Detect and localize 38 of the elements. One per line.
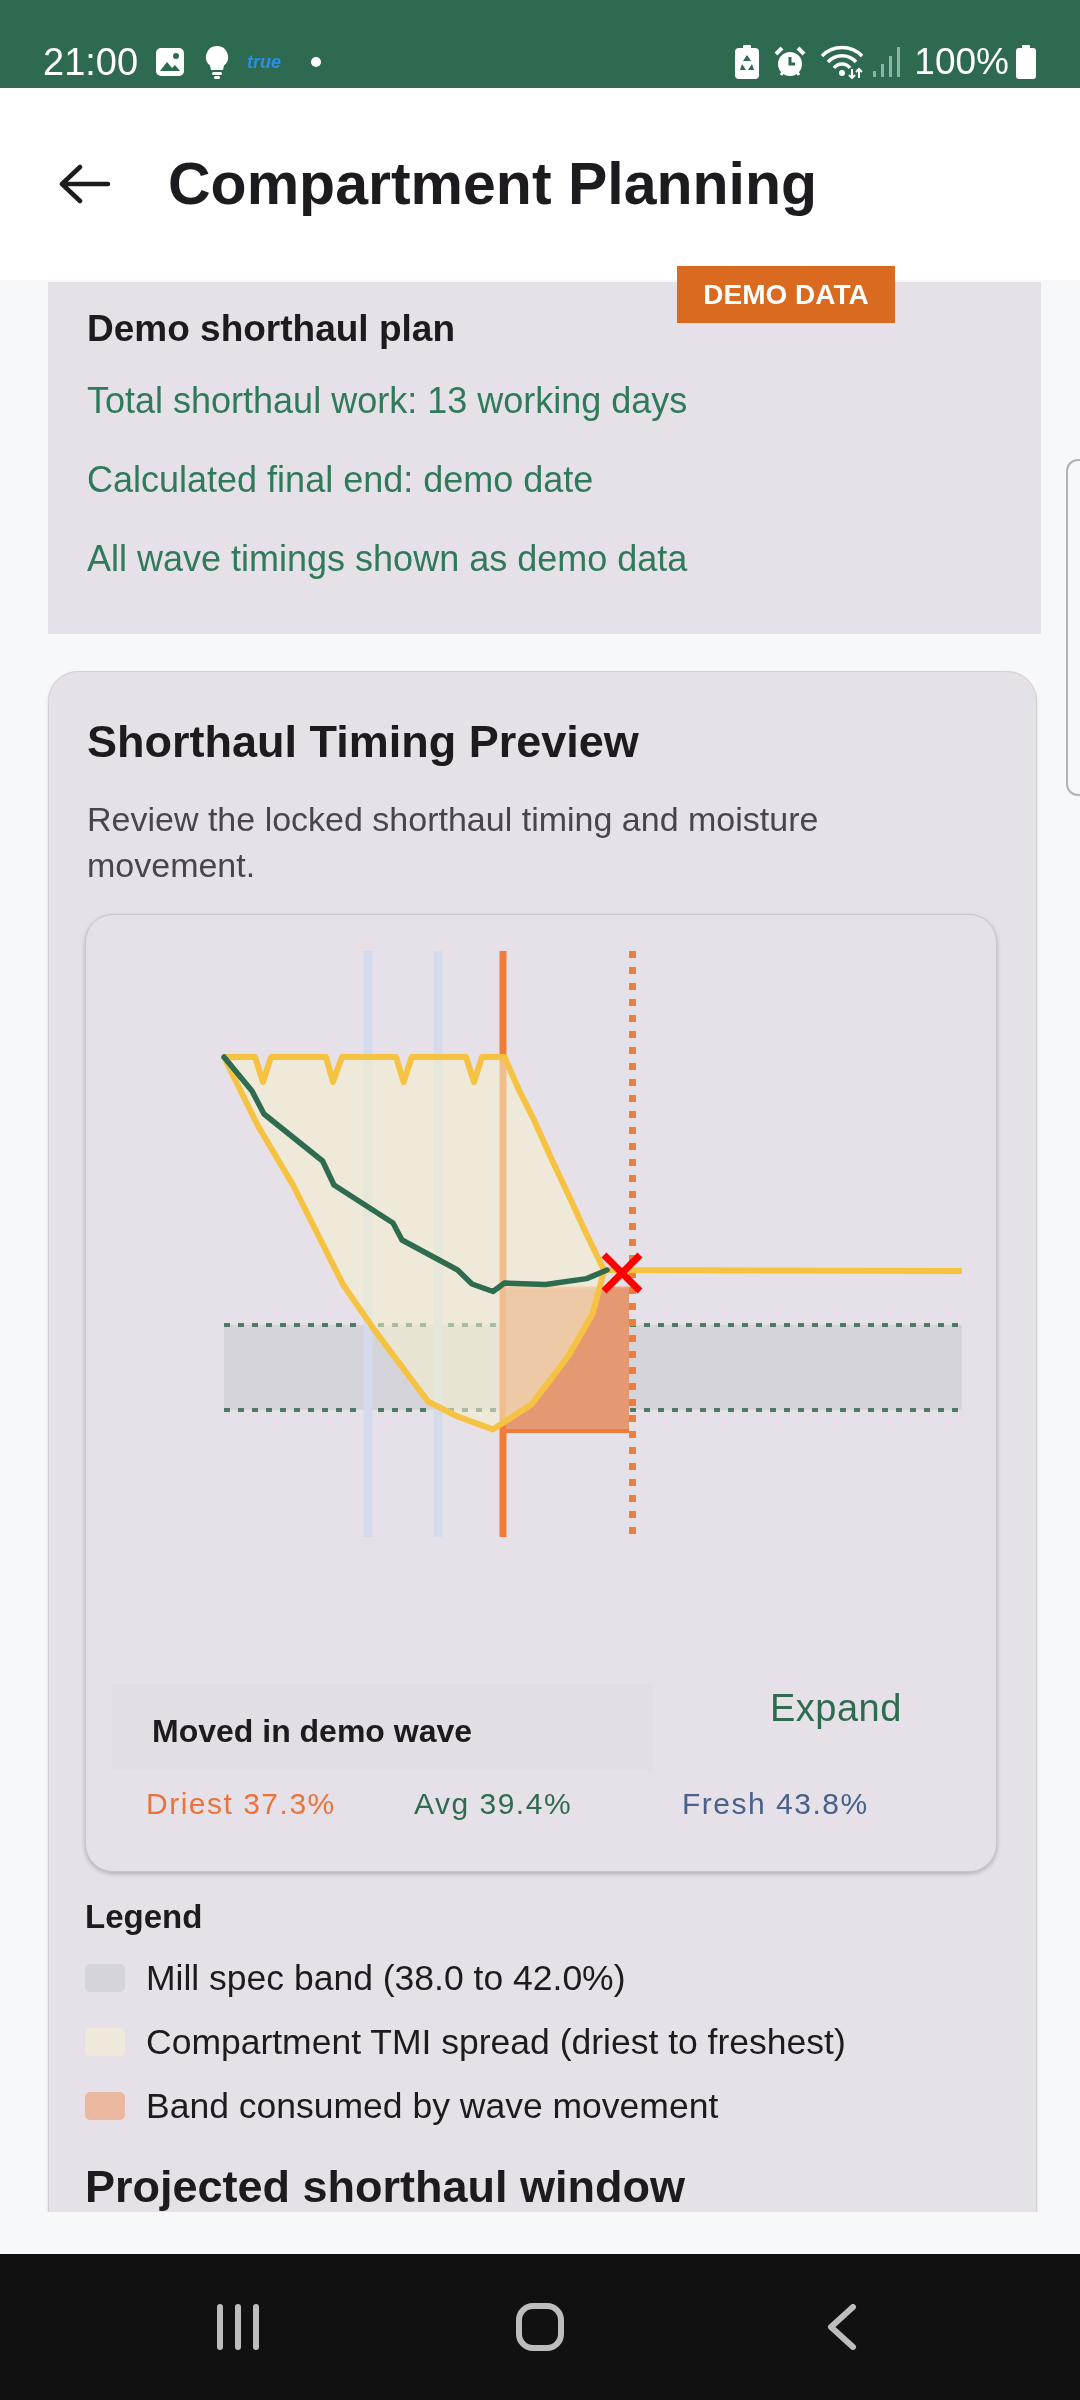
average-stat: Avg 39.4% — [414, 1786, 574, 1822]
battery-percent: 100% — [914, 40, 1009, 84]
fresh-stat: Fresh 43.8% — [682, 1786, 870, 1822]
wifi-icon — [820, 45, 865, 79]
legend-label: Band consumed by wave movement — [146, 2086, 719, 2126]
back-chevron-icon — [827, 2304, 857, 2350]
recent-apps-button[interactable] — [216, 2304, 260, 2350]
back-nav-button[interactable] — [827, 2304, 857, 2350]
battery-icon — [1016, 45, 1036, 79]
plan-detail-text: Total shorthaul work: 13 working days — [87, 381, 689, 421]
plan-title: Demo shorthaul plan — [87, 309, 456, 349]
section-title: Projected shorthaul window — [85, 2162, 687, 2212]
home-icon — [516, 2303, 564, 2351]
battery-saver-icon — [735, 45, 760, 79]
home-button[interactable] — [516, 2303, 564, 2351]
legend-label: Mill spec band (38.0 to 42.0%) — [146, 1958, 626, 1998]
legend-title: Legend — [85, 1899, 204, 1935]
back-button[interactable] — [58, 164, 110, 204]
screen-title: Compartment Planning — [168, 151, 818, 217]
section-title: Shorthaul Timing Preview — [86, 718, 640, 766]
driest-stat: Driest 37.3% — [146, 1786, 337, 1822]
plan-detail-text: Calculated final end: demo date — [87, 460, 595, 500]
demo-badge: DEMO DATA — [677, 266, 895, 323]
bulb-icon — [205, 45, 230, 79]
app-logo: true — [247, 51, 282, 73]
legend-label: Compartment TMI spread (driest to freshest) — [146, 2022, 846, 2062]
section-description: Review the locked shorthaul timing and moisture movement. — [86, 799, 820, 886]
summary-title: Moved in demo wave — [152, 1712, 473, 1749]
plan-detail-text: All wave timings shown as demo data — [87, 539, 689, 579]
expand-button[interactable]: Expand — [770, 1682, 902, 1734]
cross-marker-icon — [600, 1251, 644, 1295]
recent-apps-icon — [216, 2304, 260, 2350]
dot-icon — [311, 57, 322, 67]
image-icon — [155, 47, 186, 77]
alarm-icon — [774, 46, 807, 78]
back-arrow-icon — [58, 164, 110, 204]
signal-icon — [873, 47, 902, 77]
clock-time: 21:00 — [43, 40, 139, 84]
